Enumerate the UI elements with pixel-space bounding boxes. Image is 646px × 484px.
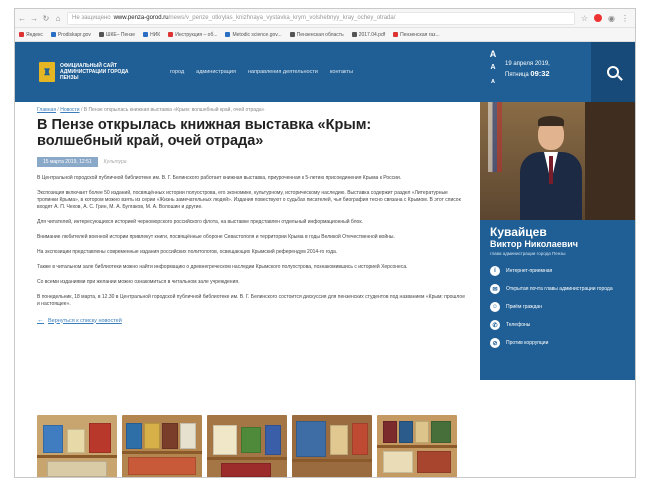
current-time: 09:32 (530, 69, 550, 78)
nav-item-contacts[interactable]: контакты (330, 69, 353, 75)
info-icon: i (490, 266, 500, 276)
internet-reception-link[interactable]: i Интернет-приемная (490, 262, 625, 280)
nav-item-city[interactable]: город (170, 69, 184, 75)
bookmark-item[interactable]: Пензенская газ... (393, 32, 440, 38)
phones-link[interactable]: ✆ Телефоны (490, 316, 625, 334)
search-button[interactable] (591, 42, 635, 102)
home-icon[interactable]: ⌂ (53, 14, 63, 23)
breadcrumb-current: В Пензе открылась книжная выставка «Крым… (83, 107, 265, 113)
site-header: ♜ ОФИЦИАЛЬНЫЙ САЙТ АДМИНИСТРАЦИИ ГОРОДА … (15, 42, 635, 102)
nav-item-activities[interactable]: направления деятельности (248, 69, 318, 75)
official-first-name: Виктор Николаевич (490, 239, 579, 249)
bookmark-icon (393, 31, 399, 37)
account-icon[interactable]: ◉ (608, 14, 615, 23)
url-path: /news/v_penze_otkrylas_knizhnaya_vystavk… (168, 15, 396, 21)
bookmark-item[interactable]: Metodic sсience.gov... (225, 31, 282, 38)
article-paragraph: Также в читальном зале библиотеки можно … (37, 264, 408, 270)
bookmark-icon (168, 31, 174, 37)
bookmark-icon (289, 31, 295, 37)
prohibit-icon: ⊘ (490, 338, 500, 348)
article-date: 15 марта 2019, 12:51 (37, 157, 98, 167)
article-paragraph: Экспозиция включает более 50 изданий, по… (37, 190, 461, 210)
person-icon: ☺ (490, 302, 500, 312)
article-rubric[interactable]: Культура (104, 159, 127, 165)
open-mail-link[interactable]: ✉ Открытая почта главы администрации гор… (490, 280, 625, 298)
breadcrumb-news[interactable]: Новости (60, 107, 79, 113)
gallery-photo[interactable] (37, 415, 117, 477)
bookmark-item[interactable]: ШКЕ– Пензе (98, 31, 135, 38)
browser-window: ← → ↻ ⌂ Не защищено www.penza-gorod.ru /… (14, 8, 636, 478)
site-logo-text[interactable]: ОФИЦИАЛЬНЫЙ САЙТ АДМИНИСТРАЦИИ ГОРОДА ПЕ… (60, 63, 144, 81)
bookmark-icon (19, 31, 24, 37)
article-paragraph: В понедельник, 18 марта, в 12.30 в Центр… (37, 294, 465, 307)
back-to-news-link[interactable]: ← Вернуться к списку новостей (37, 317, 477, 324)
official-position: глава администрации города Пензы (490, 251, 566, 256)
gallery-photo[interactable] (207, 415, 287, 477)
bookmark-item[interactable]: Яндекс (19, 32, 43, 38)
url-field[interactable]: Не защищено www.penza-gorod.ru /news/v_p… (67, 11, 575, 25)
article-meta: 15 марта 2019, 12:51 Культура (37, 157, 477, 167)
coat-of-arms-logo[interactable]: ♜ (39, 62, 55, 82)
search-icon (607, 66, 619, 78)
bookmark-item[interactable]: Пензенская область (289, 31, 344, 38)
font-size-control: A A A (488, 47, 498, 89)
head-of-administration-card: Кувайцев Виктор Николаевич глава админис… (480, 102, 635, 380)
article-paragraph: Для читателей, интересующихся историей ч… (37, 219, 363, 225)
phone-icon: ✆ (490, 320, 500, 330)
official-links: i Интернет-приемная ✉ Открытая почта гла… (490, 262, 625, 352)
bookmark-icon (225, 31, 231, 37)
bookmark-icon (143, 31, 149, 37)
official-profile: Кувайцев Виктор Николаевич глава админис… (480, 220, 635, 380)
star-icon[interactable]: ☆ (581, 14, 588, 23)
bookmark-icon (98, 31, 104, 37)
arrow-left-icon: ← (37, 317, 44, 324)
main-nav: город администрация направления деятельн… (170, 69, 353, 75)
article-paragraph: В Центральной городской публичной библио… (37, 175, 402, 181)
bookmark-item[interactable]: НИК (143, 32, 160, 38)
anti-corruption-link[interactable]: ⊘ Против коррупции (490, 334, 625, 352)
bookmarks-bar: Яндекс Prodiskapr.gov ШКЕ– Пензе НИК Инс… (15, 28, 635, 42)
citizen-reception-link[interactable]: ☺ Приём граждан (490, 298, 625, 316)
font-size-small-button[interactable]: A (488, 75, 498, 89)
bookmark-item[interactable]: 2017.04.pdf (351, 31, 385, 38)
back-link-label: Вернуться к списку новостей (48, 317, 122, 324)
reload-icon[interactable]: ↻ (41, 14, 51, 23)
bookmark-icon (50, 31, 56, 37)
bookmark-item[interactable]: Инструкция – об... (168, 32, 217, 38)
weekday: Пятница (505, 72, 529, 78)
extension-icon[interactable] (594, 14, 603, 22)
font-size-medium-button[interactable]: A (488, 61, 498, 75)
gallery-photo[interactable] (122, 415, 202, 477)
address-bar: ← → ↻ ⌂ Не защищено www.penza-gorod.ru /… (15, 9, 635, 28)
gallery-photo[interactable] (377, 415, 457, 477)
security-label: Не защищено (72, 15, 111, 21)
article-paragraph: Внимание любителей военной истории привл… (37, 234, 395, 240)
article-paragraph: Со всеми изданиями при желании можно озн… (37, 279, 240, 285)
mail-icon: ✉ (490, 284, 500, 294)
forward-arrow-icon[interactable]: → (29, 14, 39, 23)
official-portrait (480, 102, 635, 220)
photo-gallery (37, 415, 477, 477)
nav-item-administration[interactable]: администрация (196, 69, 236, 75)
bookmark-item[interactable]: Prodiskapr.gov (50, 31, 91, 38)
article-content: Главная / Новости / В Пензе открылась кн… (37, 102, 477, 324)
breadcrumb-home[interactable]: Главная (37, 107, 56, 113)
menu-icon[interactable]: ⋮ (621, 14, 629, 23)
bookmark-icon (351, 31, 357, 37)
official-surname: Кувайцев (490, 225, 547, 239)
article-paragraph: На экспозиции представлены современные и… (37, 249, 338, 255)
current-date: 19 апреля 2019, (505, 61, 550, 67)
url-domain: www.penza-gorod.ru (113, 15, 169, 21)
back-arrow-icon[interactable]: ← (17, 14, 27, 23)
date-time: 19 апреля 2019, Пятница 09:32 (505, 59, 550, 80)
breadcrumb: Главная / Новости / В Пензе открылась кн… (37, 107, 265, 113)
gallery-photo[interactable] (292, 415, 372, 477)
font-size-large-button[interactable]: A (488, 47, 498, 61)
page-title: В Пензе открылась книжная выставка «Крым… (37, 117, 372, 149)
